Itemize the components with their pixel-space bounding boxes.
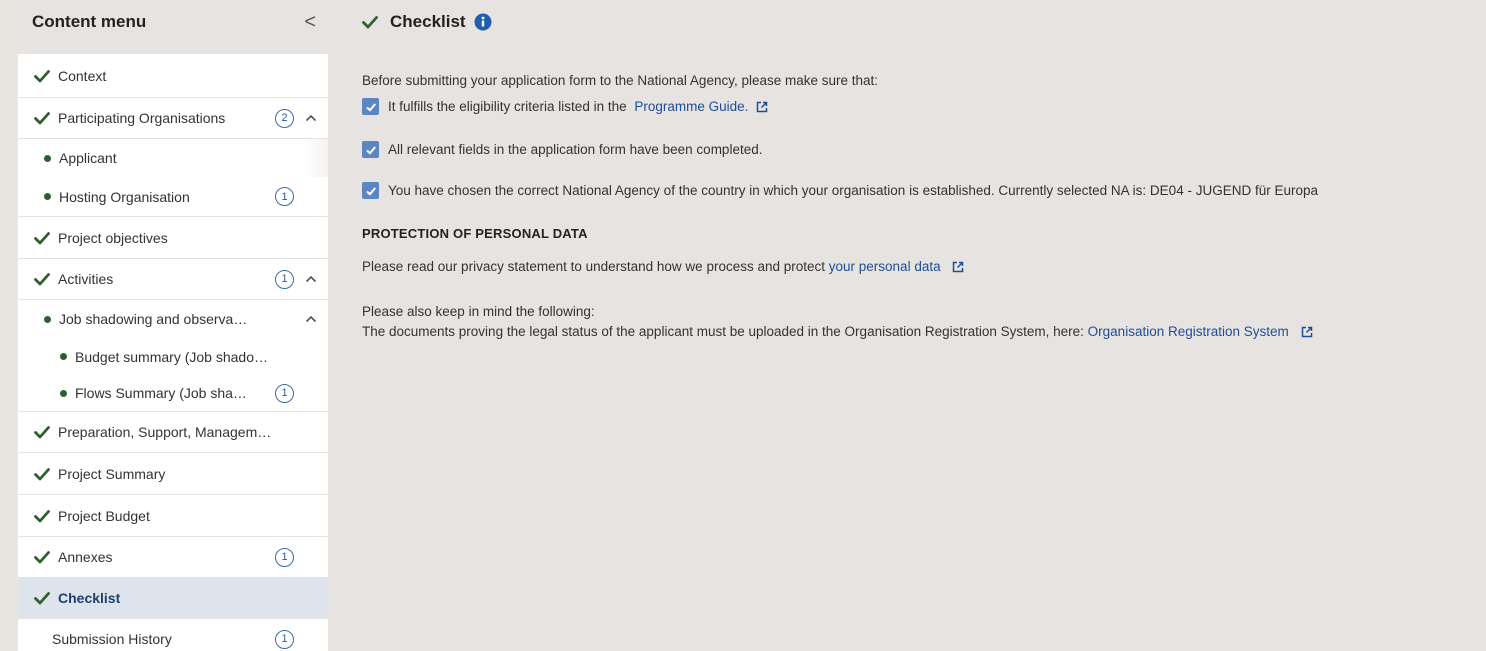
chevron-up-icon[interactable] [304,111,318,125]
sidebar-item-label: Hosting Organisation [59,188,190,205]
sidebar-item-preparation-support[interactable]: Preparation, Support, Managem… [18,412,328,453]
content-menu-sidebar: Content menu < Context Participating Orga… [18,0,328,651]
check-icon [34,271,50,287]
privacy-text: Please read our privacy statement to und… [362,259,829,274]
fields-completed-checkbox[interactable] [362,141,379,158]
sidebar-item-checklist[interactable]: Checklist [18,578,328,619]
sidebar-item-flows-summary[interactable]: Flows Summary (Job sha… 1 [18,375,328,412]
sidebar-item-participating-organisations[interactable]: Participating Organisations 2 [18,98,328,139]
check-icon [34,110,50,126]
count-badge: 1 [275,187,294,206]
check-row-eligibility: It fulfills the eligibility criteria lis… [362,98,768,115]
check-icon [362,14,378,30]
count-badge: 2 [275,108,294,128]
chevron-up-icon[interactable] [304,312,318,326]
sidebar-item-label: Context [58,67,107,84]
sidebar-item-job-shadowing[interactable]: Job shadowing and observa… [18,300,328,338]
sidebar-header: Content menu < [18,0,328,44]
sidebar-item-applicant[interactable]: Applicant [18,139,328,177]
check-row-fields: All relevant fields in the application f… [362,141,762,158]
check-icon [34,549,50,565]
collapse-sidebar-button[interactable]: < [300,12,320,32]
check-row-national-agency: You have chosen the correct National Age… [362,182,1318,199]
sidebar-item-label: Applicant [59,150,117,166]
sidebar-item-label: Project Summary [58,465,166,482]
sidebar-item-label: Project objectives [58,229,168,246]
bullet-dot-icon [44,315,51,323]
eligibility-checkbox[interactable] [362,98,379,115]
count-badge: 1 [275,547,294,567]
bullet-dot-icon [60,389,67,397]
sidebar-item-context[interactable]: Context [18,54,328,98]
bullet-dot-icon [44,154,51,162]
check-icon [34,68,50,84]
chevron-up-icon[interactable] [304,272,318,286]
info-icon[interactable] [474,13,492,31]
checklist-header: Checklist [362,0,1486,44]
privacy-heading: PROTECTION OF PERSONAL DATA [362,226,588,241]
keep-in-mind-text: Please also keep in mind the following: [362,304,595,319]
sidebar-item-label: Job shadowing and observa… [59,311,248,327]
sidebar-item-label: Participating Organisations [58,110,226,126]
national-agency-text: You have chosen the correct National Age… [388,183,1318,198]
sidebar-item-project-summary[interactable]: Project Summary [18,453,328,495]
fields-completed-text: All relevant fields in the application f… [388,142,763,157]
sidebar-item-hosting-organisation[interactable]: Hosting Organisation 1 [18,177,328,217]
sidebar-item-label: Flows Summary (Job sha… [75,385,247,401]
external-link-icon[interactable] [1301,326,1313,338]
sidebar-item-label: Checklist [58,590,121,606]
eligibility-text: It fulfills the eligibility criteria lis… [388,99,631,114]
content-menu-list: Context Participating Organisations 2 Appli… [18,54,328,651]
sidebar-item-label: Budget summary (Job shado… [75,348,268,365]
programme-guide-link[interactable]: Programme Guide. [634,99,748,114]
count-badge: 1 [275,383,294,403]
main-content: Checklist Before submitting your applica… [362,0,1486,651]
sidebar-item-label: Annexes [58,549,113,565]
sidebar-title: Content menu [32,12,147,31]
check-icon [34,466,50,482]
sidebar-item-project-objectives[interactable]: Project objectives [18,217,328,259]
organisation-registration-link[interactable]: Organisation Registration System [1088,324,1289,339]
national-agency-checkbox[interactable] [362,182,379,199]
sidebar-item-label: Preparation, Support, Managem… [58,424,272,440]
documents-paragraph: The documents proving the legal status o… [362,324,1313,339]
sidebar-item-project-budget[interactable]: Project Budget [18,495,328,537]
sidebar-item-activities[interactable]: Activities 1 [18,259,328,300]
check-icon [34,424,50,440]
sidebar-item-label: Project Budget [58,507,150,524]
external-link-icon[interactable] [952,261,964,273]
sidebar-item-label: Activities [58,271,114,287]
external-link-icon[interactable] [756,101,768,113]
privacy-paragraph: Please read our privacy statement to und… [362,259,964,274]
check-icon [34,590,50,606]
personal-data-link[interactable]: your personal data [829,259,941,274]
check-icon [34,230,50,246]
check-icon [34,508,50,524]
sidebar-item-submission-history[interactable]: Submission History 1 [18,619,328,651]
sidebar-item-budget-summary[interactable]: Budget summary (Job shado… [18,338,328,375]
count-badge: 1 [275,269,294,289]
bullet-dot-icon [44,193,51,200]
count-badge: 1 [275,629,294,649]
checklist-intro: Before submitting your application form … [362,73,879,88]
bullet-dot-icon [60,353,67,360]
sidebar-item-annexes[interactable]: Annexes 1 [18,537,328,578]
documents-text: The documents proving the legal status o… [362,324,1088,339]
page-title: Checklist [390,12,466,31]
sidebar-item-label: Submission History [52,631,172,647]
